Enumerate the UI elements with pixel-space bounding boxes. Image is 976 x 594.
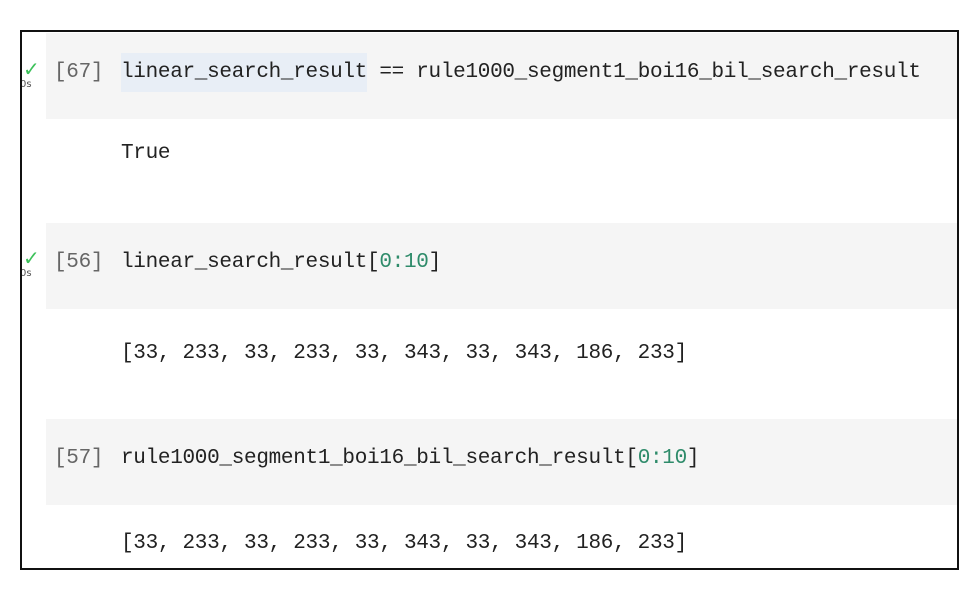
execution-time: 0s xyxy=(20,268,32,279)
cell-output: True xyxy=(121,142,171,165)
code-line[interactable]: linear_search_result == rule1000_segment… xyxy=(121,53,921,92)
code-bracket: ] xyxy=(686,447,700,470)
code-text: linear_search_result xyxy=(121,251,368,274)
check-icon: ✓ xyxy=(23,57,40,81)
execution-count: [67] xyxy=(54,61,104,84)
code-cell-56[interactable]: [56] linear_search_result[0:10] xyxy=(46,223,957,309)
code-line[interactable]: linear_search_result[0:10] xyxy=(121,251,441,274)
cell-output: [33, 233, 33, 233, 33, 343, 33, 343, 186… xyxy=(121,532,687,555)
code-bracket: ] xyxy=(428,251,442,274)
code-text: == rule1000_segment1_boi16_bil_search_re… xyxy=(367,61,921,84)
execution-count: [57] xyxy=(54,447,104,470)
code-cell-67[interactable]: [67] linear_search_result == rule1000_se… xyxy=(46,33,957,119)
execution-count: [56] xyxy=(54,251,104,274)
code-text: rule1000_segment1_boi16_bil_search_resul… xyxy=(121,447,626,470)
highlighted-variable: linear_search_result xyxy=(121,53,367,92)
execution-time: 0s xyxy=(20,79,32,90)
code-line[interactable]: rule1000_segment1_boi16_bil_search_resul… xyxy=(121,447,700,470)
code-bracket: [ xyxy=(367,251,380,274)
slice-literal: 0:10 xyxy=(379,251,429,274)
notebook-frame: ✓ 0s [67] linear_search_result == rule10… xyxy=(20,30,959,570)
code-bracket: [ xyxy=(625,447,638,470)
cell-output: [33, 233, 33, 233, 33, 343, 33, 343, 186… xyxy=(121,342,687,365)
code-cell-57[interactable]: [57] rule1000_segment1_boi16_bil_search_… xyxy=(46,419,957,505)
check-icon: ✓ xyxy=(23,246,40,270)
slice-literal: 0:10 xyxy=(637,447,688,470)
